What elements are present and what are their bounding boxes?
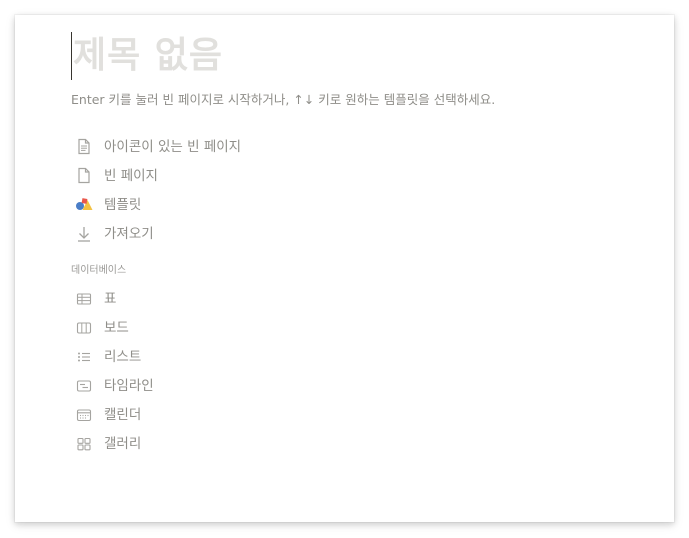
empty-page-hint: Enter 키를 눌러 빈 페이지로 시작하거나, ↑↓ 키로 원하는 템플릿을… [71,92,496,107]
new-page-panel: 제목 없음 Enter 키를 눌러 빈 페이지로 시작하거나, ↑↓ 키로 원하… [15,15,674,522]
option-templates[interactable]: 템플릿 [71,190,371,219]
database-section-label: 데이터베이스 [71,265,127,276]
option-label: 아이콘이 있는 빈 페이지 [104,138,242,155]
table-icon [75,290,93,308]
list-icon [75,348,93,366]
text-cursor [71,32,72,80]
database-option-label: 리스트 [104,348,142,365]
database-options: 표 보드 리스트 타임라인 캘린더 갤러리 [71,284,371,458]
database-option-timeline[interactable]: 타임라인 [71,371,371,400]
option-label: 가져오기 [104,225,154,242]
database-option-label: 타임라인 [104,377,154,394]
database-option-label: 표 [104,290,117,307]
board-icon [75,319,93,337]
templates-shapes-icon [75,196,93,214]
timeline-icon [75,377,93,395]
option-import[interactable]: 가져오기 [71,219,371,248]
option-label: 템플릿 [104,196,142,213]
database-option-table[interactable]: 표 [71,284,371,313]
document-lines-icon [75,138,93,156]
database-option-list[interactable]: 리스트 [71,342,371,371]
option-empty-page[interactable]: 빈 페이지 [71,161,371,190]
document-icon [75,167,93,185]
calendar-icon [75,406,93,424]
download-arrow-icon [75,225,93,243]
title-field[interactable]: 제목 없음 [71,31,223,81]
database-option-gallery[interactable]: 갤러리 [71,429,371,458]
database-option-calendar[interactable]: 캘린더 [71,400,371,429]
option-label: 빈 페이지 [104,167,158,184]
title-placeholder: 제목 없음 [73,35,224,76]
database-option-board[interactable]: 보드 [71,313,371,342]
page-start-options: 아이콘이 있는 빈 페이지 빈 페이지 템플릿 가져오기 [71,132,371,248]
option-empty-page-with-icon[interactable]: 아이콘이 있는 빈 페이지 [71,132,371,161]
database-option-label: 보드 [104,319,129,336]
gallery-icon [75,435,93,453]
database-option-label: 갤러리 [104,435,142,452]
database-option-label: 캘린더 [104,406,142,423]
